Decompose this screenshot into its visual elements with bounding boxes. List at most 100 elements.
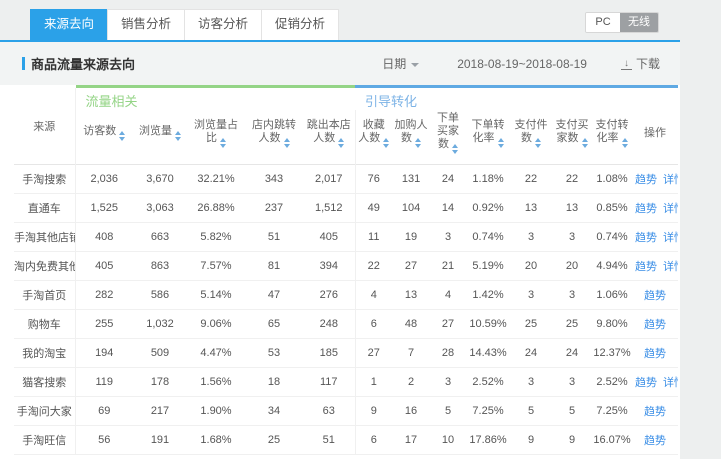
table-row: 淘内免费其他4058637.57%813942227215.19%20204.9…: [14, 252, 678, 281]
page-title: 商品流量来源去向: [31, 54, 135, 73]
sort-desc-arrow: [383, 144, 389, 148]
source-cell: 手淘问大家: [14, 397, 75, 426]
value-cell: 34: [245, 397, 303, 426]
sort-desc-arrow: [498, 144, 504, 148]
date-filter[interactable]: 日期: [382, 55, 419, 72]
trend-link[interactable]: 趋势: [635, 232, 657, 244]
value-cell: 3: [430, 368, 466, 397]
value-cell: 13: [552, 194, 592, 223]
value-cell: 7.25%: [466, 397, 510, 426]
column-header[interactable]: 支付买家数: [552, 110, 592, 165]
value-cell: 0.74%: [592, 223, 632, 252]
value-cell: 69: [75, 397, 133, 426]
value-cell: 47: [245, 281, 303, 310]
value-cell: 32.21%: [187, 165, 245, 194]
sort-icon[interactable]: [338, 138, 344, 148]
subheader-controls: 日期 2018-08-19~2018-08-19 ↓ 下载: [382, 55, 680, 72]
detail-link[interactable]: 详情: [663, 232, 678, 244]
sort-icon[interactable]: [415, 138, 421, 148]
download-icon: ↓: [621, 58, 632, 70]
trend-link[interactable]: 趋势: [635, 377, 657, 389]
sort-icon[interactable]: [582, 138, 588, 148]
trend-link[interactable]: 趋势: [644, 348, 666, 360]
value-cell: 104: [392, 194, 430, 223]
sort-icon[interactable]: [383, 138, 389, 148]
sort-icon[interactable]: [622, 138, 628, 148]
sort-icon[interactable]: [535, 138, 541, 148]
sort-icon[interactable]: [220, 138, 226, 148]
value-cell: 217: [133, 397, 187, 426]
column-header[interactable]: 浏览量: [133, 110, 187, 165]
value-cell: 1,512: [303, 194, 355, 223]
value-cell: 16: [392, 397, 430, 426]
value-cell: 255: [75, 310, 133, 339]
value-cell: 1,525: [75, 194, 133, 223]
column-header[interactable]: 支付件数: [510, 110, 552, 165]
detail-link[interactable]: 详情: [663, 377, 678, 389]
sort-icon[interactable]: [175, 131, 181, 141]
device-toggle-button[interactable]: PC: [586, 13, 620, 32]
value-cell: 13: [392, 281, 430, 310]
actions-cell: 趋势: [632, 281, 678, 310]
trend-link[interactable]: 趋势: [644, 319, 666, 331]
sort-icon[interactable]: [452, 144, 458, 154]
trend-link[interactable]: 趋势: [644, 290, 666, 302]
actions-cell: 趋势: [632, 339, 678, 368]
trend-link[interactable]: 趋势: [635, 174, 657, 186]
sort-icon[interactable]: [284, 138, 290, 148]
value-cell: 5.14%: [187, 281, 245, 310]
sort-desc-arrow: [220, 144, 226, 148]
trend-link[interactable]: 趋势: [635, 203, 657, 215]
trend-link[interactable]: 趋势: [644, 435, 666, 447]
value-cell: 343: [245, 165, 303, 194]
column-header[interactable]: 店内跳转人数: [245, 110, 303, 165]
tab[interactable]: 促销分析: [261, 9, 339, 40]
tab[interactable]: 访客分析: [184, 9, 262, 40]
value-cell: 24: [430, 165, 466, 194]
tab[interactable]: 来源去向: [30, 9, 108, 40]
value-cell: 7: [392, 339, 430, 368]
table-row: 直通车1,5253,06326.88%2371,51249104140.92%1…: [14, 194, 678, 223]
value-cell: 394: [303, 252, 355, 281]
traffic-source-table: 来源流量相关引导转化访客数浏览量浏览量占比店内跳转人数跳出本店人数收藏人数加购人…: [14, 85, 678, 455]
column-header[interactable]: 下单买家数: [430, 110, 466, 165]
trend-link[interactable]: 趋势: [635, 261, 657, 273]
value-cell: 24: [552, 339, 592, 368]
device-toggle-button[interactable]: 无线: [620, 13, 658, 32]
column-header[interactable]: 加购人数: [392, 110, 430, 165]
value-cell: 2,036: [75, 165, 133, 194]
value-cell: 76: [355, 165, 392, 194]
source-cell: 我的淘宝: [14, 339, 75, 368]
sort-asc-arrow: [535, 138, 541, 142]
value-cell: 49: [355, 194, 392, 223]
value-cell: 9.06%: [187, 310, 245, 339]
trend-link[interactable]: 趋势: [644, 406, 666, 418]
value-cell: 194: [75, 339, 133, 368]
detail-link[interactable]: 详情: [663, 203, 678, 215]
sort-desc-arrow: [175, 137, 181, 141]
group-header: 引导转化: [355, 87, 678, 111]
column-header[interactable]: 下单转化率: [466, 110, 510, 165]
column-header[interactable]: 浏览量占比: [187, 110, 245, 165]
tab[interactable]: 销售分析: [107, 9, 185, 40]
column-header[interactable]: 支付转化率: [592, 110, 632, 165]
sort-desc-arrow: [622, 144, 628, 148]
detail-link[interactable]: 详情: [663, 261, 678, 273]
sort-icon[interactable]: [119, 131, 125, 141]
date-range: 2018-08-19~2018-08-19: [457, 57, 587, 71]
column-header[interactable]: 跳出本店人数: [303, 110, 355, 165]
value-cell: 131: [392, 165, 430, 194]
sort-asc-arrow: [119, 131, 125, 135]
sort-icon[interactable]: [498, 138, 504, 148]
column-header[interactable]: 访客数: [75, 110, 133, 165]
value-cell: 7.57%: [187, 252, 245, 281]
download-button[interactable]: ↓ 下载: [621, 55, 660, 72]
value-cell: 28: [430, 339, 466, 368]
value-cell: 10.59%: [466, 310, 510, 339]
value-cell: 4.47%: [187, 339, 245, 368]
value-cell: 119: [75, 368, 133, 397]
detail-link[interactable]: 详情: [663, 174, 678, 186]
column-header[interactable]: 收藏人数: [355, 110, 392, 165]
value-cell: 3,063: [133, 194, 187, 223]
source-cell: 淘内免费其他: [14, 252, 75, 281]
